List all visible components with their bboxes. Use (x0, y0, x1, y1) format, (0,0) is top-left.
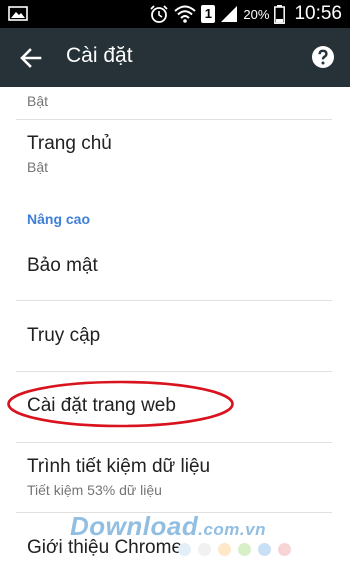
alarm-icon (150, 5, 169, 23)
back-arrow-icon[interactable] (18, 45, 44, 71)
setting-accessibility[interactable]: Truy cập (27, 325, 332, 347)
settings-list: Bật Trang chủ Bật Nâng cao Bảo mật Truy … (0, 87, 350, 583)
watermark-domain: .com.vn (198, 520, 266, 539)
toolbar: Cài đặt (0, 28, 350, 87)
watermark-dot (278, 543, 291, 556)
partial-setting-item[interactable]: Bật (27, 89, 332, 109)
watermark-text: Download (70, 511, 199, 541)
sim-number: 1 (204, 6, 213, 21)
battery-percent: 20% (243, 6, 270, 22)
highlight-ellipse (7, 380, 234, 428)
watermark-dot (218, 543, 231, 556)
help-icon[interactable] (311, 45, 335, 69)
status-bar: 1 20% 10:56 (0, 0, 350, 28)
divider (16, 300, 332, 301)
setting-label: Truy cập (27, 325, 101, 346)
setting-label: Trang chủ (27, 133, 112, 154)
image-icon (8, 6, 28, 21)
battery-icon (274, 4, 286, 24)
watermark-dot (178, 543, 191, 556)
divider (16, 442, 332, 443)
divider (16, 371, 332, 372)
setting-security[interactable]: Bảo mật (27, 255, 332, 277)
setting-sub: Bật (27, 93, 49, 109)
page-title: Cài đặt (66, 44, 133, 67)
clock: 10:56 (294, 3, 342, 24)
watermark-dot (238, 543, 251, 556)
setting-homepage[interactable]: Trang chủ Bật (27, 133, 332, 175)
setting-label: Trình tiết kiệm dữ liệu (27, 456, 211, 477)
watermark-dot (198, 543, 211, 556)
watermark-dot (258, 543, 271, 556)
setting-sub: Tiết kiệm 53% dữ liệu (27, 482, 162, 498)
divider (16, 119, 332, 120)
section-header-advanced: Nâng cao (27, 211, 91, 227)
setting-label: Bảo mật (27, 255, 98, 276)
watermark-logo: Download.com.vn (70, 511, 266, 542)
setting-data-saver[interactable]: Trình tiết kiệm dữ liệu Tiết kiệm 53% dữ… (27, 456, 332, 498)
setting-sub: Bật (27, 159, 49, 175)
watermark-dots (178, 543, 291, 556)
signal-icon (221, 6, 238, 22)
wifi-icon (174, 5, 197, 23)
sim-icon: 1 (201, 5, 216, 23)
